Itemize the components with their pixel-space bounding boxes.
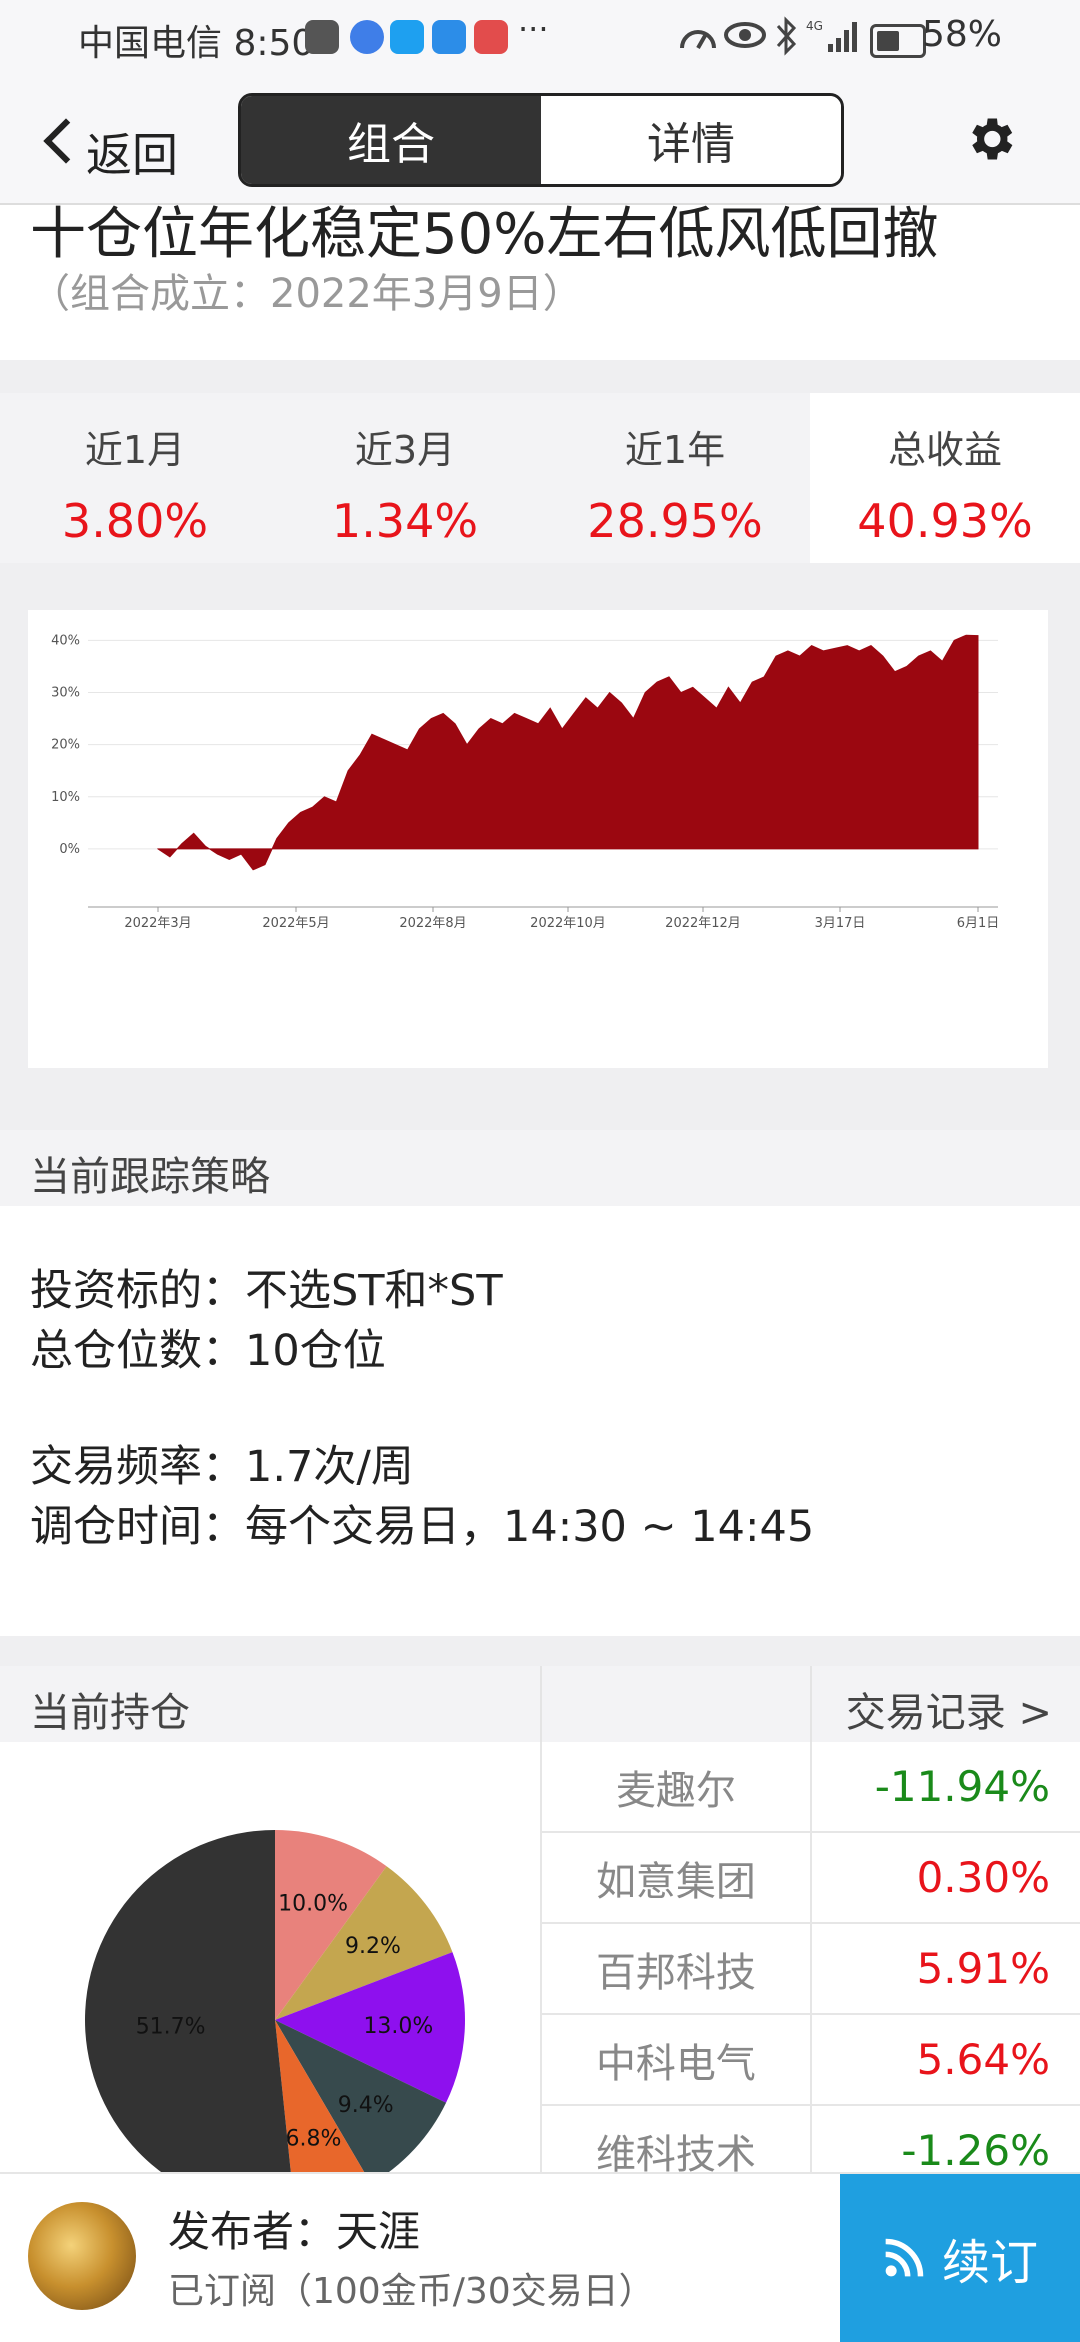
table-row[interactable]: 百邦科技 5.91% [540,1924,1080,2015]
tab-portfolio[interactable]: 组合 [241,96,541,184]
x-tick-label: 2022年8月 [399,916,466,931]
weather-icon [432,20,466,54]
return-total[interactable]: 总收益 40.93% [810,393,1080,563]
table-row[interactable]: 麦趣尔 -11.94% [540,1742,1080,1833]
return-value: 40.93% [857,494,1033,548]
pie-label: 13.0% [363,2014,433,2039]
portfolio-header: 十仓位年化稳定50%左右低风低回撤 （组合成立：2022年3月9日） [0,203,1080,360]
x-tick-label: 2022年5月 [262,916,329,931]
stock-name: 麦趣尔 [542,1742,812,1831]
stock-name: 中科电气 [542,2015,812,2104]
carrier-label: 中国电信 [78,23,223,64]
more-icon: ··· [518,10,549,48]
pie-label: 9.2% [345,1934,401,1959]
divider [0,1636,1080,1666]
return-value: 1.34% [331,494,479,548]
gear-icon[interactable] [962,111,1018,167]
x-tick-label: 2022年12月 [665,916,741,931]
rss-icon [885,2238,924,2277]
x-tick-label: 6月1日 [957,916,1000,931]
publisher-name: 发布者：天涯 [168,2207,421,2256]
pie-label: 10.0% [278,1892,348,1917]
return-label: 总收益 [887,428,1002,472]
return-1y[interactable]: 近1年 28.95% [540,393,810,563]
performance-chart-svg: 0% 10% 20% 30% 40% 2022年3月 2022年5月 2022年8月 2022年… [51,633,1000,931]
nav-bar: 返回 组合 详情 [0,75,1080,205]
y-tick-label: 30% [51,686,80,701]
speedometer-icon [680,30,716,49]
y-tick-label: 10% [51,790,80,805]
strategy-line: 投资标的：不选ST和*ST [30,1266,503,1316]
y-tick-label: 20% [51,738,80,753]
pie-label: 9.4% [338,2093,394,2118]
stock-change: 5.64% [916,2035,1050,2084]
holdings-table: 麦趣尔 -11.94% 如意集团 0.30% 百邦科技 5.91% 中科电气 5.64% 维科技… [540,1742,1080,2197]
huawei-icon [305,20,339,54]
portfolio-established: （组合成立：2022年3月9日） [30,271,583,317]
strategy-line: 总仓位数：10仓位 [30,1326,386,1376]
table-row[interactable]: 如意集团 0.30% [540,1833,1080,1924]
strategy-line: 调仓时间：每个交易日，14:30 ~ 14:45 [30,1502,815,1552]
svg-text:4G: 4G [806,19,823,33]
back-button[interactable]: 返回 [30,95,200,185]
browser-icon [350,20,384,54]
chevron-left-icon [43,118,89,164]
stock-change: 5.91% [916,1944,1050,1993]
return-label: 近1年 [624,428,726,472]
strategy-header: 当前跟踪策略 [0,1130,1080,1206]
strategy-heading: 当前跟踪策略 [30,1154,270,1200]
return-value: 28.95% [587,494,763,548]
stock-name: 如意集团 [542,1833,812,1922]
stock-change: 0.30% [916,1853,1050,1902]
search-app-icon [390,20,424,54]
portfolio-title: 十仓位年化稳定50%左右低风低回撤 [30,203,939,267]
back-label: 返回 [86,128,178,182]
status-bar: 中国电信 8:50 ··· 4G 58% [0,0,1080,75]
divider [0,360,1080,393]
table-row[interactable]: 中科电气 5.64% [540,2015,1080,2106]
subscription-info: 已订阅（100金币/30交易日） [168,2271,655,2312]
return-area-series [157,634,979,871]
renew-button[interactable]: 续订 [840,2174,1080,2342]
y-tick-label: 0% [59,842,80,857]
avatar[interactable] [28,2202,136,2310]
x-tick-label: 2022年3月 [124,916,191,931]
status-carrier-time: 中国电信 8:50 [78,14,314,66]
returns-summary: 近1月 3.80% 近3月 1.34% 近1年 28.95% 总收益 40.93… [0,393,1080,563]
4g-signal-icon: 4G [806,19,857,52]
footer-bar: 发布者：天涯 已订阅（100金币/30交易日） 续订 [0,2172,1080,2342]
eye-icon [724,22,766,48]
return-1m[interactable]: 近1月 3.80% [0,393,270,563]
x-tick-label: 2022年10月 [530,916,606,931]
battery-icon [870,24,926,58]
holdings-header-spacer [540,1666,812,1742]
bluetooth-icon [776,16,797,56]
clock: 8:50 [233,23,315,64]
holdings-header: 当前持仓 [0,1666,540,1742]
return-3m[interactable]: 近3月 1.34% [270,393,540,563]
y-tick-label: 40% [51,633,80,648]
segmented-control: 组合 详情 [238,93,844,187]
return-label: 近1月 [84,428,186,472]
return-value: 3.80% [61,494,209,548]
strategy-line: 交易频率：1.7次/周 [30,1442,414,1492]
trade-records-link[interactable]: 交易记录 > [810,1666,1080,1742]
x-tick-label: 3月17日 [815,916,866,931]
battery-percent: 58% [921,14,1002,55]
performance-chart: 0% 10% 20% 30% 40% 2022年3月 2022年5月 2022年8月 2022年… [28,610,1048,1068]
pie-label: 51.7% [136,2014,206,2039]
holdings-heading: 当前持仓 [30,1690,190,1736]
pie-label: 6.8% [286,2126,342,2151]
trade-records-label: 交易记录 > [845,1690,1052,1736]
tab-details[interactable]: 详情 [541,96,841,184]
reader-icon [474,20,508,54]
renew-label: 续订 [941,2235,1038,2291]
stock-name: 百邦科技 [542,1924,812,2013]
return-label: 近3月 [354,428,456,472]
stock-change: -11.94% [874,1762,1050,1811]
